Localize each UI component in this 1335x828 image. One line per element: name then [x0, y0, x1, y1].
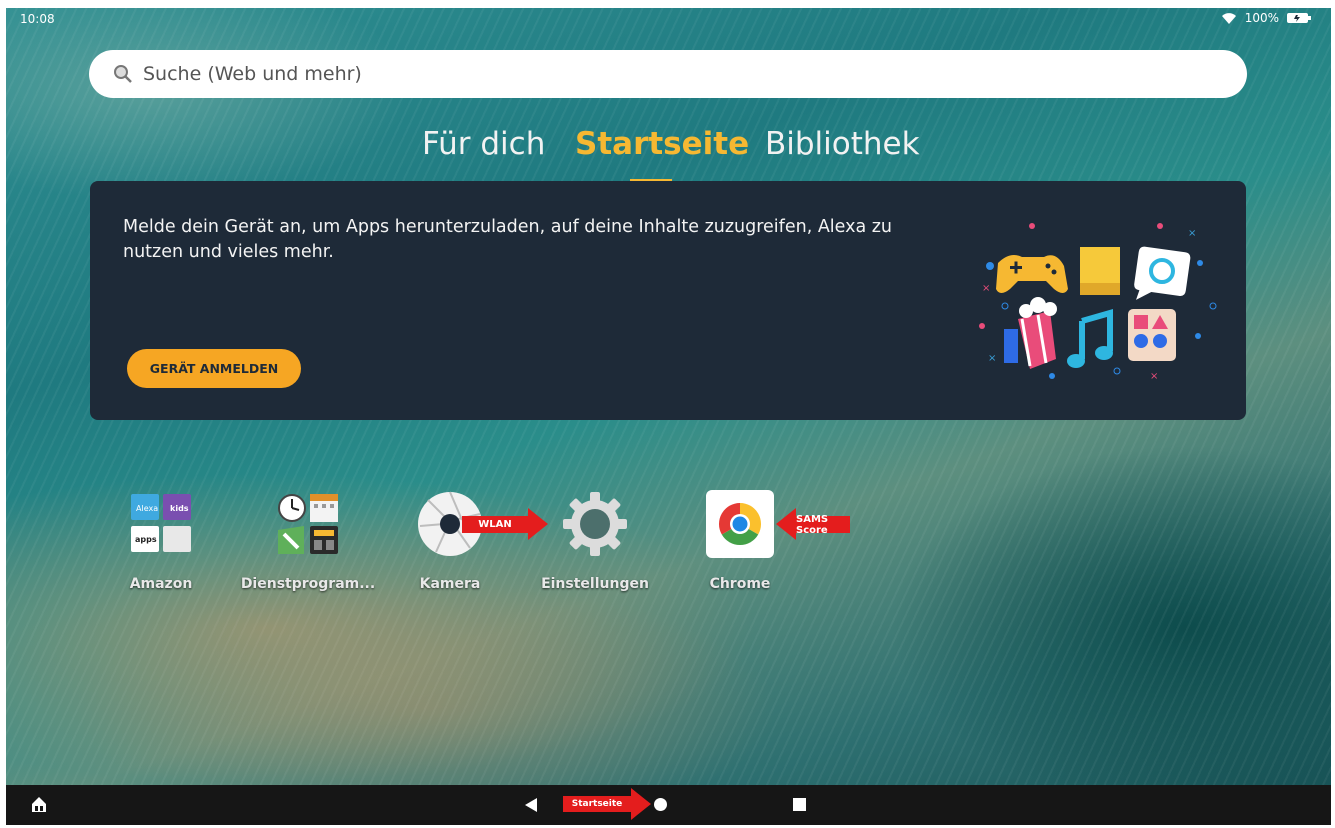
tab-fuer-dich[interactable]: Für dich: [422, 126, 545, 162]
annotation-wlan-arrow: WLAN: [462, 508, 548, 540]
app-kamera[interactable]: Kamera: [380, 490, 520, 592]
svg-text:×: ×: [988, 353, 996, 364]
tab-bar: Für dich Startseite Bibliothek: [6, 126, 1331, 186]
svg-text:×: ×: [1150, 371, 1158, 382]
svg-text:kids: kids: [170, 504, 189, 513]
app-label: Einstellungen: [541, 576, 649, 592]
annotation-sams-score-arrow: SAMS Score: [776, 508, 850, 540]
back-button[interactable]: [524, 797, 538, 816]
apps-grid-icon: [1128, 309, 1176, 361]
app-chrome[interactable]: Chrome: [670, 490, 810, 592]
app-utilities-folder[interactable]: Dienstprogram...: [238, 490, 378, 592]
popcorn-icon: [1004, 297, 1057, 369]
search-icon: [113, 64, 133, 84]
annotation-startseite-arrow: Startseite: [563, 788, 651, 820]
battery-icon: [1287, 12, 1311, 24]
app-label: Dienstprogram...: [240, 576, 376, 592]
home-shortcut-icon[interactable]: [30, 795, 48, 817]
book-icon: [1080, 247, 1120, 295]
app-amazon-folder[interactable]: Alexa kids apps Amazon: [91, 490, 231, 592]
app-label: Kamera: [419, 576, 481, 592]
app-einstellungen[interactable]: Einstellungen: [525, 490, 665, 592]
music-note-icon: [1067, 309, 1113, 368]
search-input[interactable]: Suche (Web und mehr): [143, 63, 362, 85]
app-label: Chrome: [709, 576, 771, 592]
amazon-folder-icon: Alexa kids apps: [127, 490, 195, 558]
chrome-icon: [706, 490, 774, 558]
sign-in-banner: Melde dein Gerät an, um Apps herunterzul…: [90, 181, 1246, 420]
home-button[interactable]: [654, 798, 667, 811]
app-label: Amazon: [129, 576, 193, 592]
banner-illustration: × × × ×: [979, 223, 1217, 382]
tab-startseite[interactable]: Startseite: [575, 126, 749, 162]
wifi-icon: [1221, 12, 1237, 25]
banner-text: Melde dein Gerät an, um Apps herunterzul…: [123, 217, 893, 262]
recent-apps-button[interactable]: [793, 798, 806, 811]
status-bar: 10:08 100%: [6, 8, 1331, 36]
navigation-bar: Startseite: [6, 785, 1331, 825]
status-time: 10:08: [20, 12, 55, 26]
sign-in-button[interactable]: GERÄT ANMELDEN: [127, 349, 301, 388]
alexa-speech-icon: [1134, 246, 1191, 300]
svg-text:×: ×: [982, 283, 990, 294]
battery-percent: 100%: [1244, 11, 1279, 25]
svg-text:apps: apps: [135, 535, 157, 544]
home-screen: 10:08 100% Suche (Web und mehr) Für dich…: [6, 8, 1331, 825]
status-right: 100%: [1221, 11, 1311, 25]
game-controller-icon: [996, 255, 1068, 293]
tab-bibliothek[interactable]: Bibliothek: [765, 126, 920, 162]
svg-text:Alexa: Alexa: [136, 504, 158, 513]
search-bar[interactable]: Suche (Web und mehr): [89, 50, 1247, 98]
svg-text:×: ×: [1188, 228, 1196, 239]
settings-gear-icon: [561, 490, 629, 558]
utilities-folder-icon: [274, 490, 342, 558]
